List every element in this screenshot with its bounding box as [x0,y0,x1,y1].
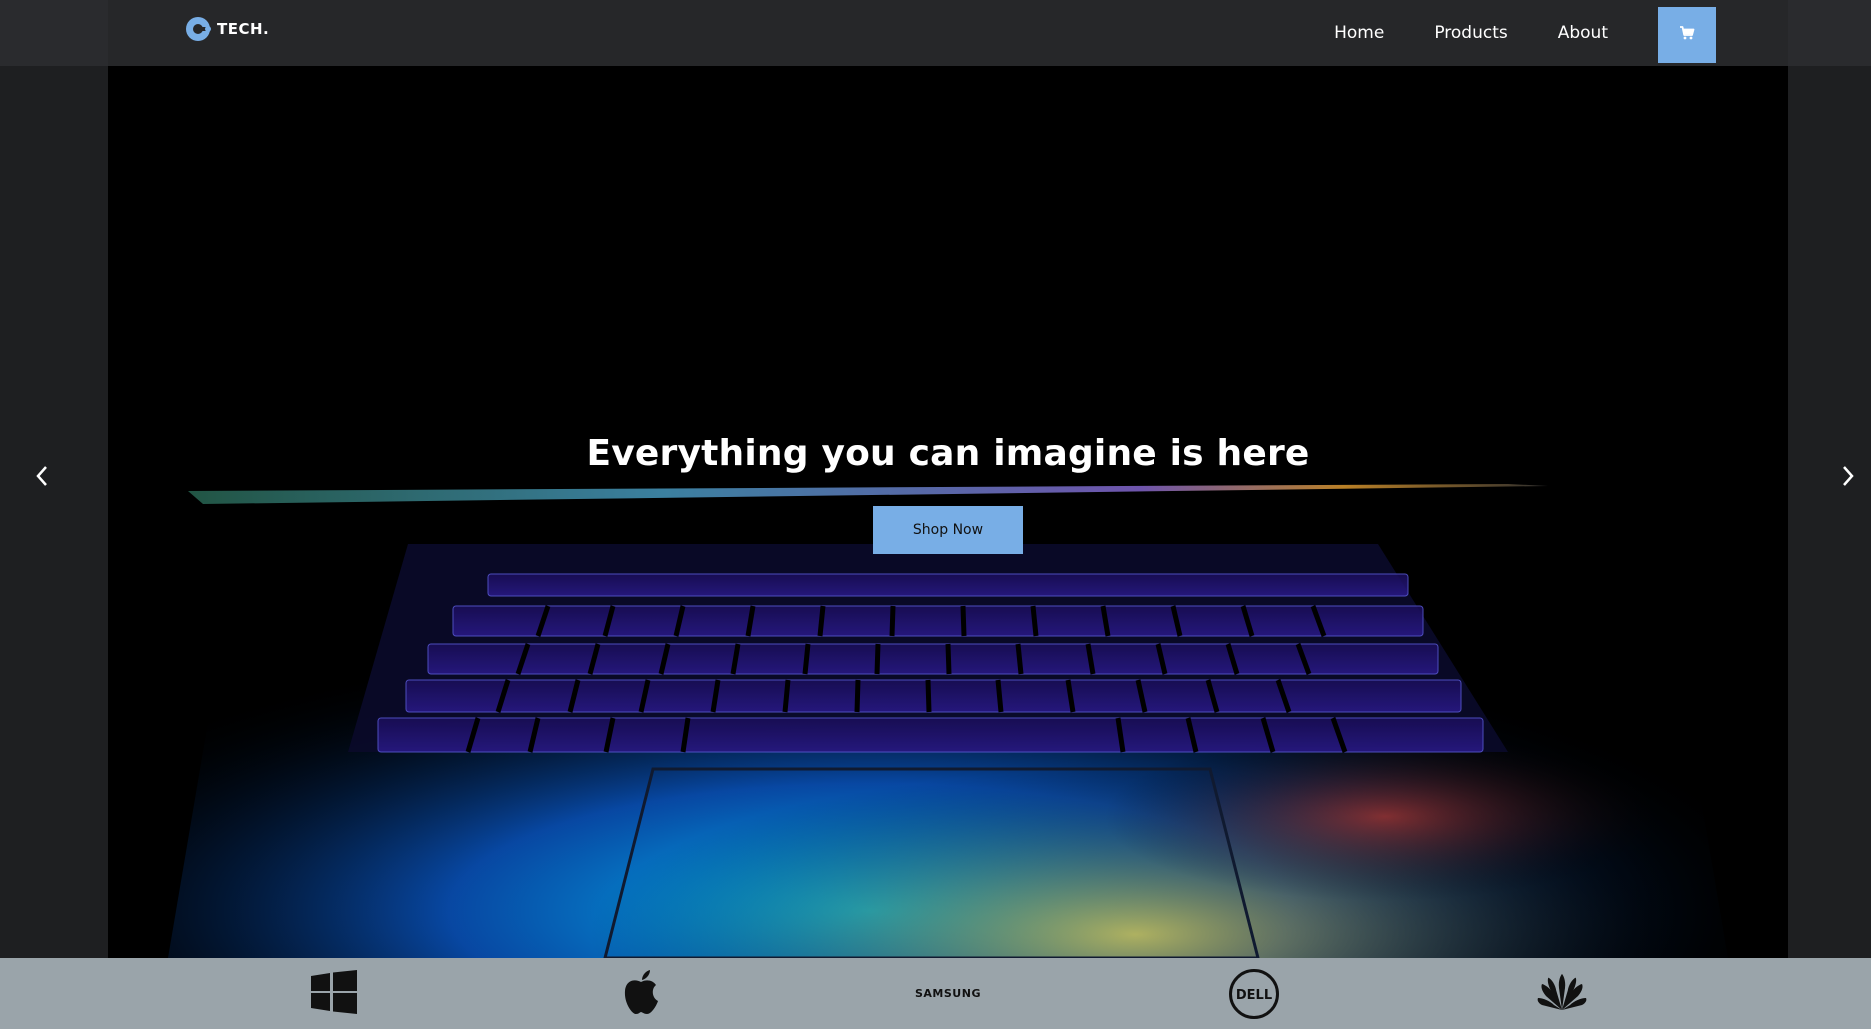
top-bar: TECH. Home Products About [0,0,1871,66]
shop-now-button[interactable]: Shop Now [873,506,1023,554]
hero-carousel: Everything you can imagine is here Shop … [108,66,1788,958]
dell-logo: DELL [1229,968,1279,1019]
brand-huawei[interactable] [1517,958,1607,1029]
brand-apple[interactable] [596,958,686,1029]
cart-icon [1679,25,1695,45]
brand-logo[interactable]: TECH. [184,14,269,44]
cart-button[interactable] [1658,7,1716,63]
apple-icon [622,969,660,1019]
brand-dell[interactable]: DELL [1209,958,1299,1029]
hero-title: Everything you can imagine is here [586,433,1310,475]
huawei-icon [1536,972,1588,1016]
brand-strip: SAMSUNG DELL [0,958,1871,1029]
brand-windows[interactable] [289,958,379,1029]
carousel-prev-button[interactable] [27,463,57,493]
nav-home-link[interactable]: Home [1334,23,1384,43]
samsung-logo: SAMSUNG [915,987,981,1000]
logo-mark-icon [184,14,214,44]
windows-icon [311,969,357,1018]
nav-products-link[interactable]: Products [1434,23,1507,43]
logo-text: TECH. [217,20,270,38]
nav-about-link[interactable]: About [1558,23,1608,43]
chevron-right-icon [1840,464,1856,492]
navbar: TECH. Home Products About [108,0,1788,66]
brand-samsung[interactable]: SAMSUNG [903,958,993,1029]
dell-logo-text: DELL [1236,988,1272,1002]
chevron-left-icon [34,464,50,492]
nav-links: Home Products About [1334,0,1716,66]
carousel-next-button[interactable] [1833,463,1863,493]
